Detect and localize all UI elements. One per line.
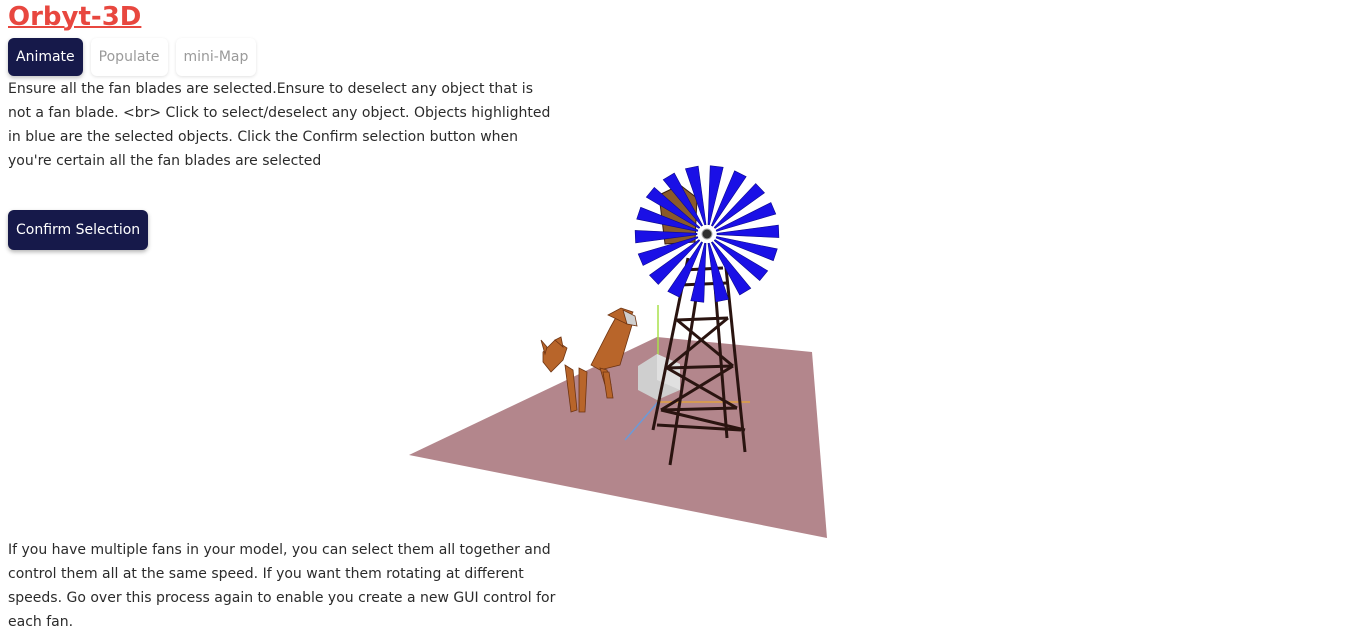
tab-animate[interactable]: Animate (8, 38, 83, 76)
tab-mini-map[interactable]: mini-Map (175, 38, 257, 76)
confirm-selection-button[interactable]: Confirm Selection (8, 210, 149, 250)
ground-plane[interactable] (409, 337, 827, 538)
multi-fan-note: If you have multiple fans in your model,… (8, 542, 556, 630)
3d-scene[interactable] (395, 140, 855, 550)
fan-hub[interactable] (701, 228, 713, 240)
mode-tabs: Animate Populate mini-Map (8, 38, 257, 76)
app-title[interactable]: Orbyt-3D (8, 2, 141, 32)
tab-populate[interactable]: Populate (90, 38, 168, 76)
3d-viewport[interactable] (395, 140, 855, 550)
